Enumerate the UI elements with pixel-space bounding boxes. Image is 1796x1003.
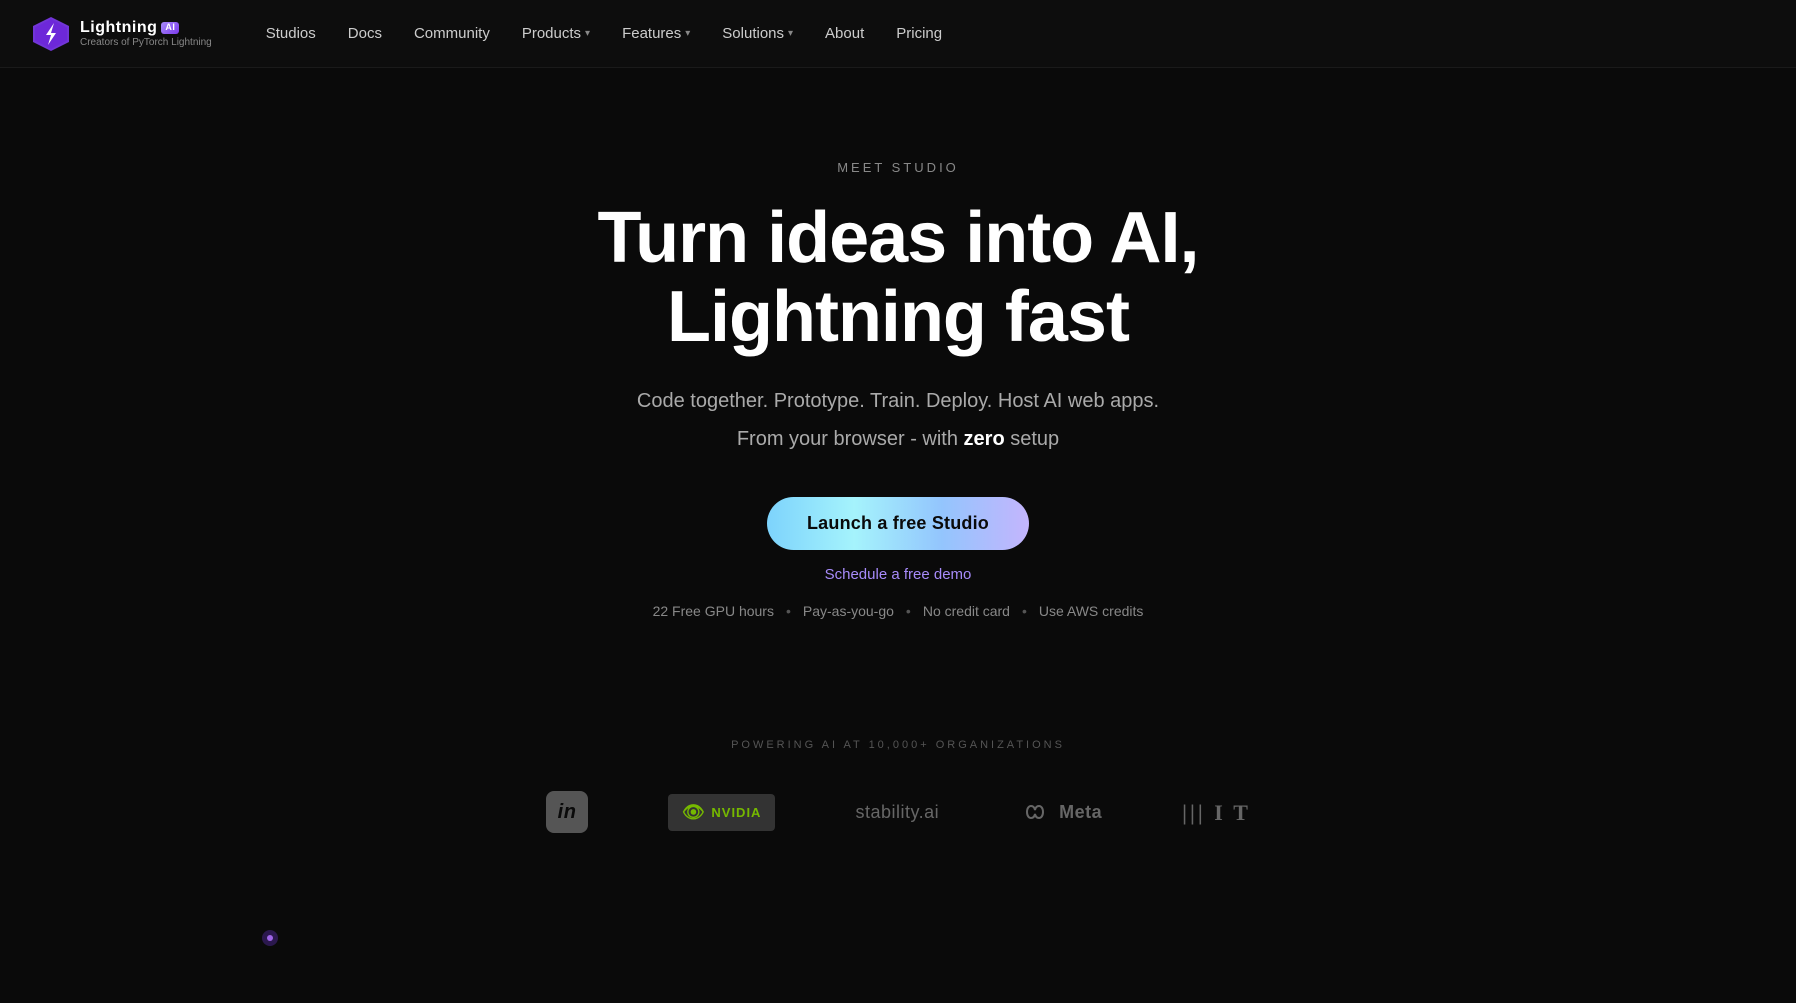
nav-studios[interactable]: Studios: [252, 17, 330, 50]
feature-gpu-hours: 22 Free GPU hours: [653, 603, 774, 619]
brand-subtitle: Creators of PyTorch Lightning: [80, 37, 212, 48]
bottom-decoration: [0, 873, 1796, 1003]
nav-docs[interactable]: Docs: [334, 17, 396, 50]
stability-text: stability.ai: [855, 802, 939, 823]
hero-section: MEET STUDIO Turn ideas into AI, Lightnin…: [0, 0, 1796, 679]
powering-label: POWERING AI AT 10,000+ ORGANIZATIONS: [731, 739, 1065, 751]
solutions-chevron-icon: ▾: [788, 28, 793, 39]
meta-logo: Meta: [1019, 802, 1102, 823]
nvidia-logo: 👁 NVIDIA: [668, 794, 775, 831]
nvidia-eye-icon: 👁: [682, 802, 705, 823]
dot-1: •: [786, 603, 791, 619]
feature-no-credit: No credit card: [923, 603, 1010, 619]
nvidia-text: NVIDIA: [711, 805, 761, 820]
ai-badge: AI: [161, 22, 179, 34]
stability-logo: stability.ai: [855, 802, 939, 823]
dot-3: •: [1022, 603, 1027, 619]
nav-solutions[interactable]: Solutions ▾: [708, 17, 807, 50]
hero-subtitle-line1: Code together. Prototype. Train. Deploy.…: [637, 385, 1159, 417]
launch-studio-button[interactable]: Launch a free Studio: [767, 497, 1029, 550]
logo[interactable]: Lightning AI Creators of PyTorch Lightni…: [32, 15, 212, 53]
nav-community[interactable]: Community: [400, 17, 504, 50]
nav-pricing[interactable]: Pricing: [882, 17, 956, 50]
hero-subtitle-line2: From your browser - with zero setup: [737, 423, 1059, 455]
powering-section: POWERING AI AT 10,000+ ORGANIZATIONS in …: [0, 739, 1796, 873]
nav-about[interactable]: About: [811, 17, 878, 50]
hero-title: Turn ideas into AI, Lightning fast: [448, 199, 1348, 357]
grid-decoration-icon: [180, 873, 400, 1003]
meta-text: Meta: [1059, 802, 1102, 823]
features-row: 22 Free GPU hours • Pay-as-you-go • No c…: [653, 603, 1144, 619]
feature-aws: Use AWS credits: [1039, 603, 1144, 619]
feature-payg: Pay-as-you-go: [803, 603, 894, 619]
nav-products[interactable]: Products ▾: [508, 17, 604, 50]
mit-logo: ||| I T: [1182, 797, 1250, 827]
products-chevron-icon: ▾: [585, 28, 590, 39]
mit-text: ||| I T: [1182, 797, 1250, 827]
nav-features[interactable]: Features ▾: [608, 17, 704, 50]
features-chevron-icon: ▾: [685, 28, 690, 39]
navbar: Lightning AI Creators of PyTorch Lightni…: [0, 0, 1796, 68]
meet-label: MEET STUDIO: [837, 160, 959, 175]
dot-2: •: [906, 603, 911, 619]
nav-links: Studios Docs Community Products ▾ Featur…: [252, 17, 1764, 50]
schedule-demo-link[interactable]: Schedule a free demo: [825, 566, 972, 583]
linkedin-icon: in: [546, 791, 588, 833]
linkedin-logo: in: [546, 791, 588, 833]
company-logos-row: in 👁 NVIDIA stability.ai Meta: [546, 791, 1250, 833]
brand-name: Lightning AI: [80, 19, 212, 37]
